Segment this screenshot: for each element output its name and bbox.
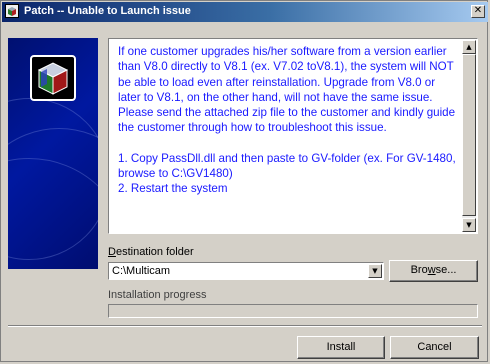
destination-folder-value: C:\Multicam bbox=[112, 265, 171, 277]
message-step-1: 1. Copy PassDll.dll and then paste to GV… bbox=[118, 151, 456, 181]
window-title: Patch -- Unable to Launch issue bbox=[24, 5, 191, 17]
setup-box-icon bbox=[30, 55, 76, 101]
chevron-down-icon[interactable]: ▼ bbox=[368, 264, 382, 278]
install-button[interactable]: Install bbox=[297, 336, 385, 359]
vertical-scrollbar[interactable]: ▲ ▼ bbox=[462, 40, 476, 232]
close-button[interactable]: ✕ bbox=[471, 5, 485, 18]
side-banner bbox=[8, 38, 98, 269]
destination-folder-combobox[interactable]: C:\Multicam ▼ bbox=[108, 262, 384, 280]
cancel-button[interactable]: Cancel bbox=[390, 336, 479, 359]
message-content: If one customer upgrades his/her softwar… bbox=[118, 44, 456, 197]
banner-arc bbox=[8, 158, 98, 269]
destination-label-accelerator: D bbox=[108, 246, 116, 258]
scroll-thumb[interactable] bbox=[462, 54, 476, 216]
browse-label-accelerator: w bbox=[427, 264, 436, 276]
message-paragraph: If one customer upgrades his/her softwar… bbox=[118, 45, 456, 135]
setup-box-icon bbox=[5, 4, 19, 18]
installation-progress-bar bbox=[108, 304, 478, 318]
browse-label-part1: Bro bbox=[410, 264, 428, 276]
destination-label-text: estination folder bbox=[115, 246, 194, 258]
browse-label-part2: se... bbox=[435, 264, 457, 276]
message-step-2: 2. Restart the system bbox=[118, 182, 228, 196]
patch-dialog-window: Patch -- Unable to Launch issue ✕ If one… bbox=[0, 0, 488, 362]
separator-line bbox=[8, 325, 482, 327]
message-textbox[interactable]: If one customer upgrades his/her softwar… bbox=[108, 38, 478, 234]
browse-button[interactable]: Browse... bbox=[389, 260, 478, 282]
installation-progress-label: Installation progress bbox=[108, 289, 207, 301]
title-bar[interactable]: Patch -- Unable to Launch issue ✕ bbox=[2, 2, 488, 22]
scroll-up-button[interactable]: ▲ bbox=[462, 40, 476, 54]
destination-folder-label: Destination folder bbox=[108, 246, 194, 258]
scroll-down-button[interactable]: ▼ bbox=[462, 218, 476, 232]
